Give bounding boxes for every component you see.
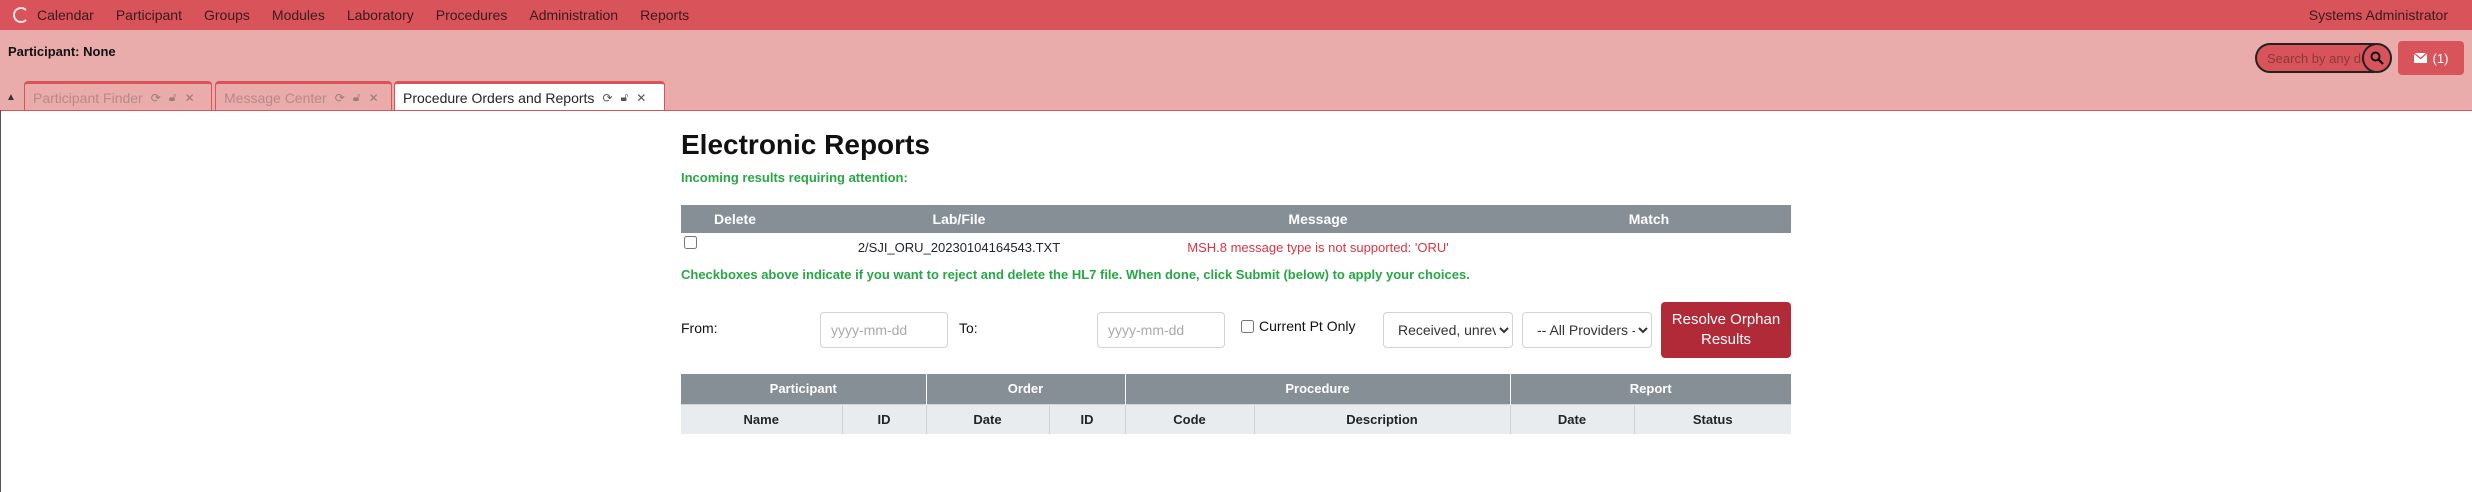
col-description: Description bbox=[1254, 403, 1511, 434]
col-lab-file: Lab/File bbox=[789, 205, 1129, 233]
col-code: Code bbox=[1125, 403, 1255, 434]
col-order-date: Date bbox=[926, 403, 1050, 434]
current-pt-checkbox[interactable] bbox=[1241, 319, 1254, 333]
col-report-date: Date bbox=[1510, 403, 1635, 434]
status-select[interactable]: Received, unreviewed bbox=[1383, 312, 1513, 348]
tab-message-center[interactable]: Message Center ⟳ 🔓︎ ✕ bbox=[215, 81, 392, 111]
app-logo-icon[interactable] bbox=[13, 7, 29, 23]
col-name: Name bbox=[681, 403, 843, 434]
refresh-icon[interactable]: ⟳ bbox=[335, 91, 345, 105]
top-menubar: Calendar Participant Groups Modules Labo… bbox=[0, 0, 2472, 30]
menu-laboratory[interactable]: Laboratory bbox=[347, 0, 414, 30]
match-cell bbox=[1507, 233, 1791, 261]
delete-cell bbox=[681, 233, 789, 261]
delete-checkbox[interactable] bbox=[684, 236, 697, 249]
group-participant: Participant bbox=[681, 374, 927, 404]
main-menu: Calendar Participant Groups Modules Labo… bbox=[37, 0, 711, 30]
menu-groups[interactable]: Groups bbox=[204, 0, 250, 30]
col-delete: Delete bbox=[681, 205, 789, 233]
menu-reports[interactable]: Reports bbox=[640, 0, 689, 30]
tab-label: Participant Finder bbox=[33, 89, 143, 106]
tab-procedure-orders[interactable]: Procedure Orders and Reports ⟳ 🔓︎ ✕ bbox=[394, 81, 665, 111]
current-pt-only[interactable]: Current Pt Only bbox=[1241, 318, 1355, 334]
tab-label: Message Center bbox=[224, 89, 327, 106]
col-message: Message bbox=[1129, 205, 1507, 233]
search-box bbox=[2255, 43, 2375, 73]
to-date-input[interactable] bbox=[1097, 312, 1225, 348]
filter-bar: From: To: Current Pt Only Received, unre… bbox=[681, 302, 1791, 358]
participant-band: Participant: None (1) ▲ Participant Find… bbox=[0, 30, 2472, 111]
menu-procedures[interactable]: Procedures bbox=[436, 0, 508, 30]
refresh-icon[interactable]: ⟳ bbox=[602, 91, 612, 105]
tab-participant-finder[interactable]: Participant Finder ⟳ 🔓︎ ✕ bbox=[24, 81, 212, 111]
col-participant-id: ID bbox=[842, 403, 927, 434]
menu-participant[interactable]: Participant bbox=[116, 0, 182, 30]
tab-bar: ▲ Participant Finder ⟳ 🔓︎ ✕ Message Cent… bbox=[0, 81, 2472, 111]
from-label: From: bbox=[681, 320, 718, 336]
delete-instructions: Checkboxes above indicate if you want to… bbox=[681, 267, 1470, 282]
search-button[interactable] bbox=[2362, 43, 2392, 73]
tab-label: Procedure Orders and Reports bbox=[403, 89, 595, 106]
messages-count: (1) bbox=[2432, 50, 2449, 66]
provider-select[interactable]: -- All Providers -- bbox=[1522, 312, 1652, 348]
search-input[interactable] bbox=[2257, 45, 2373, 71]
message-cell: MSH.8 message type is not supported: 'OR… bbox=[1187, 239, 1449, 255]
col-order-id: ID bbox=[1049, 403, 1126, 434]
resolve-orphan-results-button[interactable]: Resolve Orphan Results bbox=[1661, 302, 1791, 358]
lab-file-cell: 2/SJI_ORU_20230104164543.TXT bbox=[857, 239, 1061, 255]
col-match: Match bbox=[1507, 205, 1791, 233]
messages-button[interactable]: (1) bbox=[2398, 41, 2464, 75]
page-title: Electronic Reports bbox=[681, 129, 930, 160]
column-header-row: Name ID Date ID Code Description Date St… bbox=[681, 403, 1791, 434]
menu-administration[interactable]: Administration bbox=[529, 0, 618, 30]
unlock-icon[interactable]: 🔓︎ bbox=[169, 90, 177, 105]
frame-border bbox=[0, 110, 1, 492]
unlock-icon[interactable]: 🔓︎ bbox=[621, 90, 629, 105]
table-row: 2/SJI_ORU_20230104164543.TXT MSH.8 messa… bbox=[681, 233, 1791, 261]
collapse-caret-icon[interactable]: ▲ bbox=[6, 92, 16, 103]
incoming-results-heading: Incoming results requiring attention: bbox=[681, 170, 908, 185]
tab-content-border bbox=[0, 110, 2472, 111]
current-pt-label: Current Pt Only bbox=[1259, 318, 1356, 334]
from-date-input[interactable] bbox=[820, 312, 948, 348]
user-menu[interactable]: Systems Administrator bbox=[2309, 0, 2448, 30]
incoming-results-table: Delete Lab/File Message Match 2/SJI_ORU_… bbox=[681, 205, 1791, 261]
envelope-icon bbox=[2413, 53, 2427, 63]
refresh-icon[interactable]: ⟳ bbox=[151, 91, 161, 105]
close-icon[interactable]: ✕ bbox=[636, 91, 646, 105]
col-status: Status bbox=[1634, 403, 1791, 434]
to-label: To: bbox=[959, 320, 978, 336]
unlock-icon[interactable]: 🔓︎ bbox=[353, 90, 361, 105]
participant-label: Participant: None bbox=[8, 44, 116, 59]
group-header-row: Participant Order Procedure Report bbox=[681, 374, 1791, 404]
table-header-row: Delete Lab/File Message Match bbox=[681, 205, 1791, 233]
group-report: Report bbox=[1510, 374, 1791, 404]
group-procedure: Procedure bbox=[1125, 374, 1511, 404]
results-table: Participant Order Procedure Report Name … bbox=[681, 374, 1791, 434]
menu-calendar[interactable]: Calendar bbox=[37, 0, 94, 30]
search-icon bbox=[2370, 51, 2384, 65]
close-icon[interactable]: ✕ bbox=[185, 91, 195, 105]
close-icon[interactable]: ✕ bbox=[369, 91, 379, 105]
menu-modules[interactable]: Modules bbox=[272, 0, 325, 30]
group-order: Order bbox=[926, 374, 1126, 404]
